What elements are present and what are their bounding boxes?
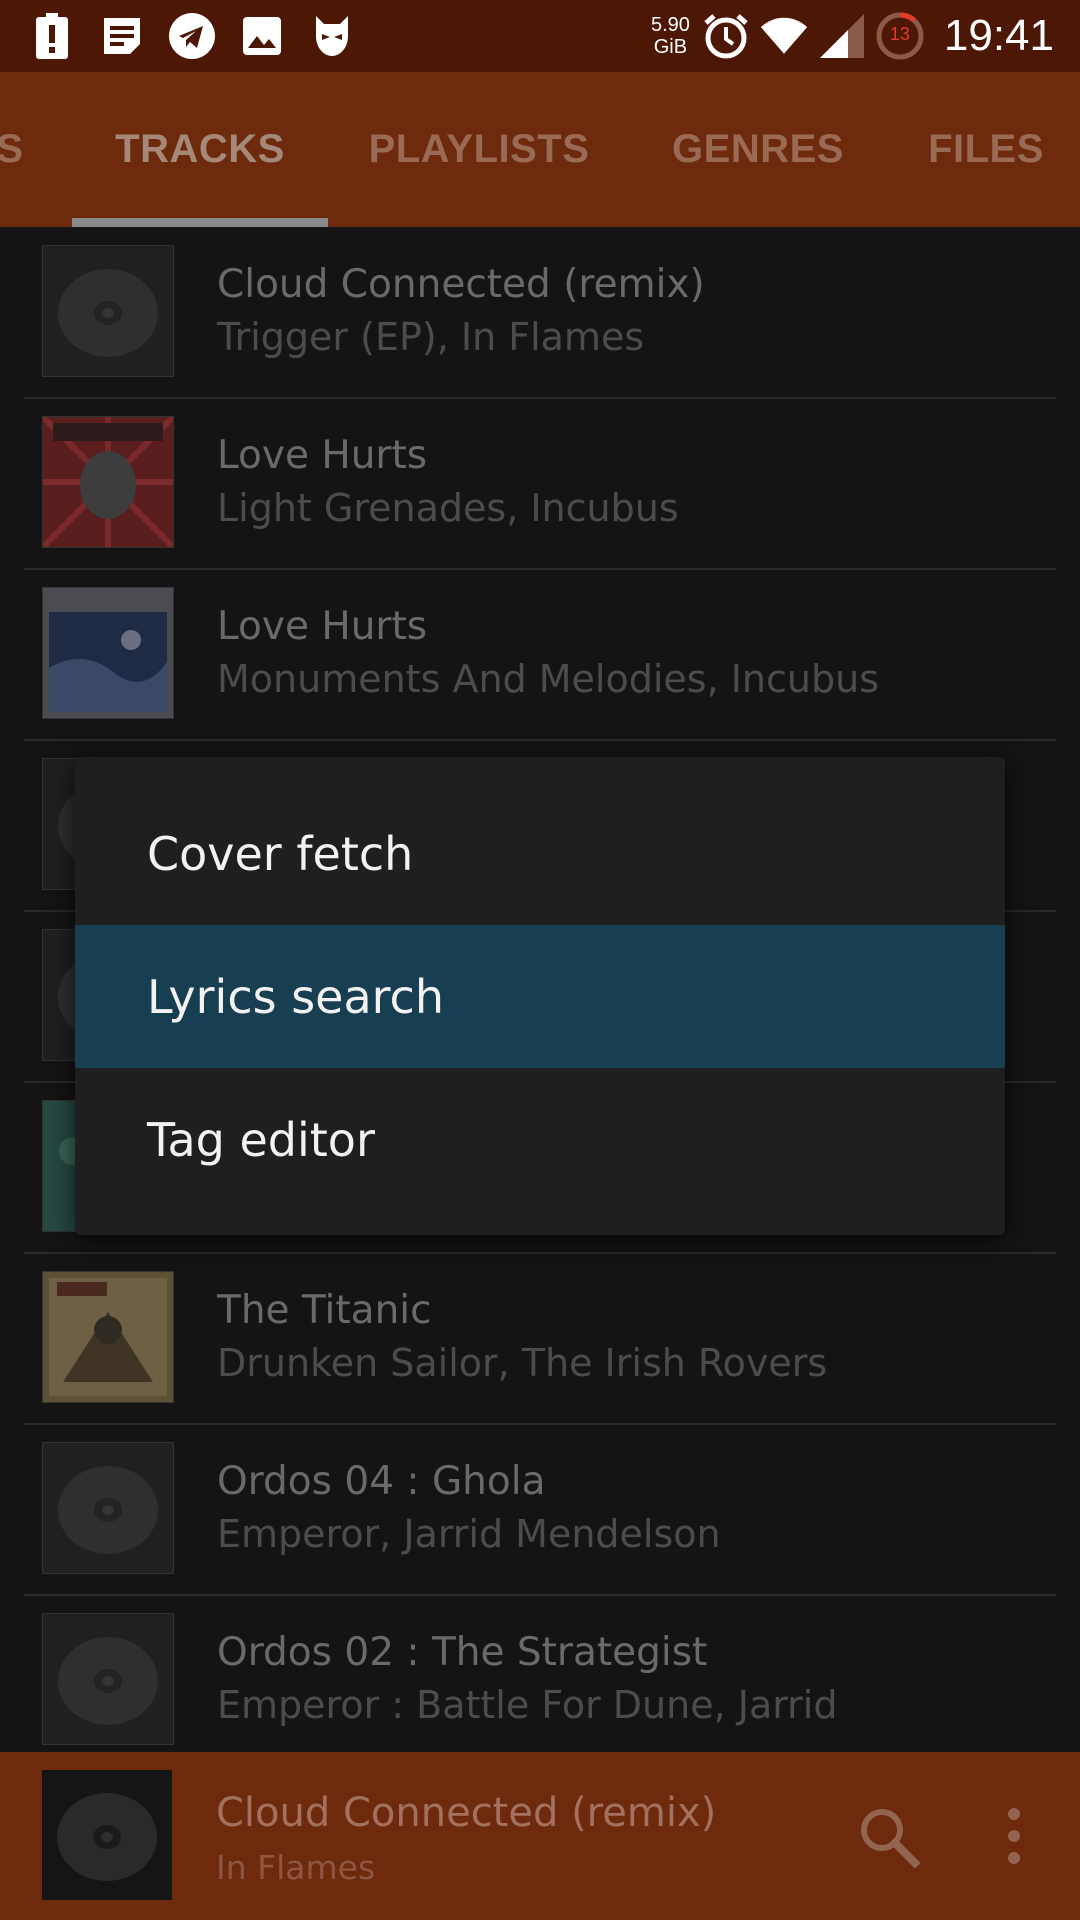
- track-title: Love Hurts: [217, 604, 428, 649]
- track-subtitle: Emperor : Battle For Dune, Jarrid: [217, 1683, 838, 1727]
- alarm-icon: [702, 12, 750, 60]
- now-playing-title: Cloud Connected (remix): [216, 1790, 717, 1836]
- tab-partial[interactable]: S: [0, 72, 30, 227]
- track-row[interactable]: Cloud Connected (remix) Trigger (EP), In…: [24, 227, 1056, 399]
- more-options-icon[interactable]: [990, 1804, 1038, 1868]
- track-subtitle: Trigger (EP), In Flames: [217, 315, 645, 359]
- tab-bar: S TRACKS PLAYLISTS GENRES FILES: [0, 72, 1080, 227]
- track-row[interactable]: The Titanic Drunken Sailor, The Irish Ro…: [24, 1253, 1056, 1425]
- track-row[interactable]: Ordos 04 : Ghola Emperor, Jarrid Mendels…: [24, 1424, 1056, 1596]
- track-title: Ordos 04 : Ghola: [217, 1459, 546, 1504]
- wifi-icon: [760, 12, 808, 60]
- context-menu: Cover fetch Lyrics search Tag editor: [75, 757, 1005, 1235]
- menu-item-lyrics-search[interactable]: Lyrics search: [75, 925, 1005, 1068]
- signal-icon: [818, 12, 866, 60]
- net-speed: 5.90 GiB: [651, 14, 690, 58]
- disc-cover-icon: [42, 1442, 174, 1574]
- notes-icon: [98, 12, 146, 60]
- track-title: Cloud Connected (remix): [217, 262, 705, 307]
- net-speed-unit: GiB: [653, 36, 688, 58]
- track-title: Love Hurts: [217, 433, 428, 478]
- track-row[interactable]: Love Hurts Monuments And Melodies, Incub…: [24, 569, 1056, 741]
- track-subtitle: Light Grenades, Incubus: [217, 486, 679, 530]
- tab-genres[interactable]: GENRES: [660, 72, 856, 227]
- album-art-incubus-red: [42, 416, 174, 548]
- search-icon[interactable]: [856, 1804, 921, 1869]
- telegram-icon: [168, 12, 216, 60]
- status-bar: 5.90 GiB 13 19:41: [0, 0, 1080, 72]
- now-playing-bar[interactable]: Cloud Connected (remix) In Flames: [0, 1752, 1080, 1920]
- track-title: The Titanic: [217, 1288, 432, 1333]
- track-title: Ordos 02 : The Strategist: [217, 1630, 708, 1675]
- track-row[interactable]: Ordos 02 : The Strategist Emperor : Batt…: [24, 1595, 1056, 1767]
- disc-cover-icon: [42, 245, 174, 377]
- screen: 5.90 GiB 13 19:41 S TRACKS PLAYLISTS GEN…: [0, 0, 1080, 1920]
- tab-playlists[interactable]: PLAYLISTS: [360, 72, 598, 227]
- track-row[interactable]: Love Hurts Light Grenades, Incubus: [24, 398, 1056, 570]
- tab-tracks[interactable]: TRACKS: [72, 72, 328, 227]
- battery-icon: 13: [876, 12, 924, 60]
- image-icon: [238, 12, 286, 60]
- disc-cover-icon: [42, 1613, 174, 1745]
- menu-item-tag-editor[interactable]: Tag editor: [75, 1068, 1005, 1211]
- battery-level: 13: [889, 24, 910, 44]
- menu-item-cover-fetch[interactable]: Cover fetch: [75, 782, 1005, 925]
- now-playing-cover-icon[interactable]: [42, 1770, 172, 1900]
- tab-indicator: [72, 218, 328, 227]
- now-playing-artist: In Flames: [216, 1848, 376, 1887]
- track-subtitle: Monuments And Melodies, Incubus: [217, 657, 879, 701]
- track-subtitle: Emperor, Jarrid Mendelson: [217, 1512, 721, 1556]
- album-art-incubus-blue: [42, 587, 174, 719]
- net-speed-value: 5.90: [650, 14, 690, 36]
- tab-files[interactable]: FILES: [914, 72, 1058, 227]
- clock: 19:41: [943, 11, 1054, 60]
- album-art-irish-rovers: [42, 1271, 174, 1403]
- track-subtitle: Drunken Sailor, The Irish Rovers: [217, 1341, 828, 1385]
- cat-icon: [308, 12, 356, 60]
- alert-icon: [28, 12, 76, 60]
